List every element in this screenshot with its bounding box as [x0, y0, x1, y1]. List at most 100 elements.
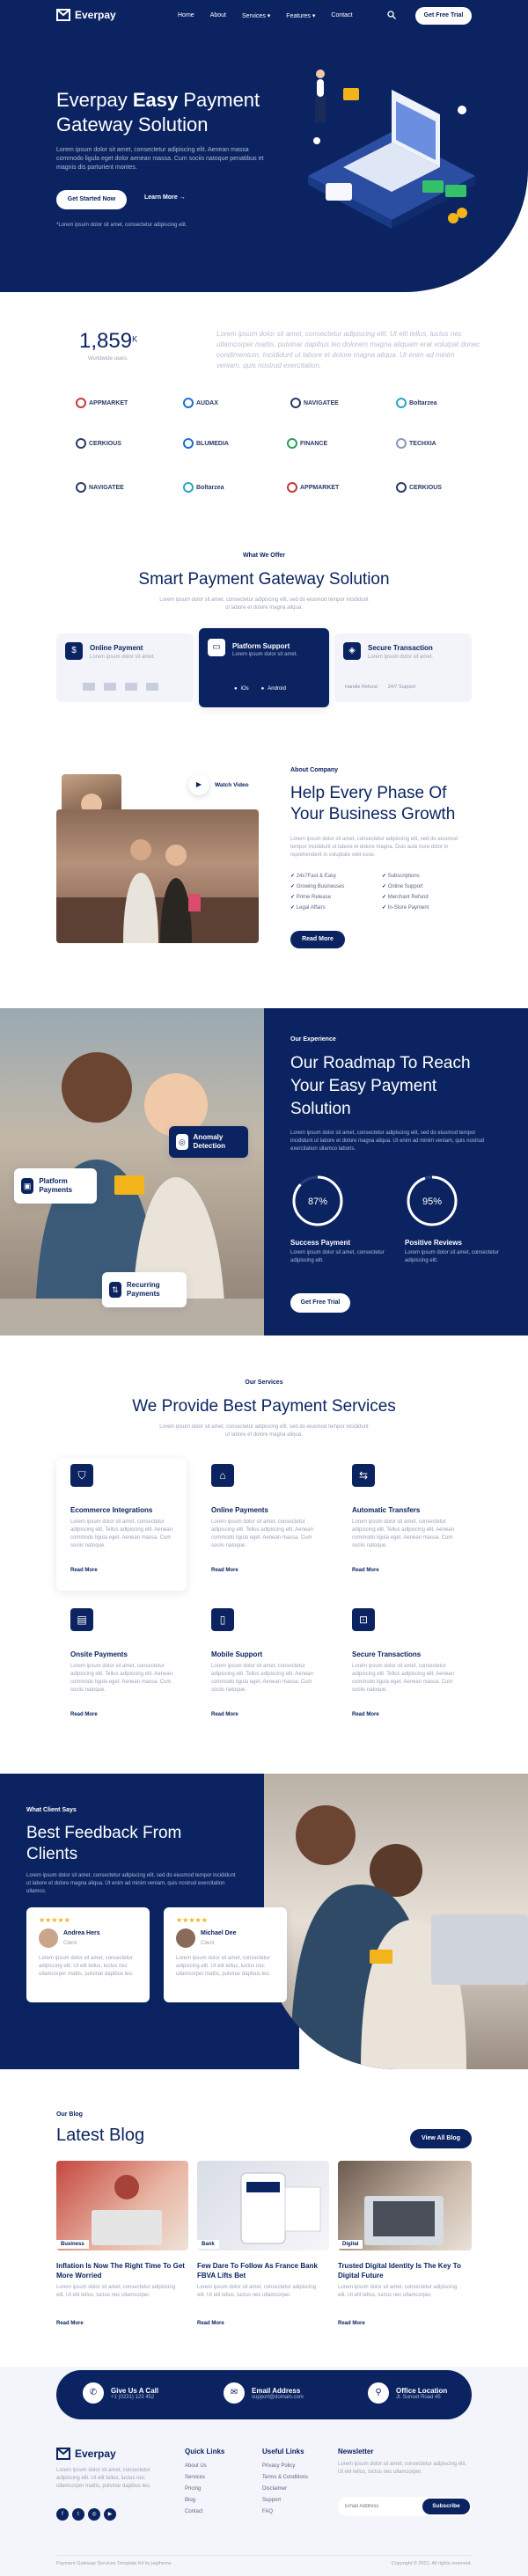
blog-post-title[interactable]: Inflation Is Now The Right Time To Get M… [56, 2261, 188, 2280]
blog-post-text: Lorem ipsum dolor sit amet, consectetur … [338, 2285, 458, 2298]
service-text: Lorem ipsum dolor sit amet, consectetur … [352, 1519, 454, 1548]
blog-image[interactable] [338, 2161, 472, 2250]
offer-card-text: Lorem ipsum dolor sit amet. [90, 655, 156, 660]
blog-read-more-link[interactable]: Read More [56, 2321, 84, 2326]
footer-link[interactable]: Services [185, 2472, 224, 2484]
search-icon[interactable] [387, 11, 396, 19]
nav-about[interactable]: About [210, 12, 226, 19]
twitter-icon[interactable]: t [72, 2508, 84, 2521]
about-eyebrow: About Company [290, 767, 339, 773]
footer-link[interactable]: Contact [185, 2506, 224, 2518]
footer-link[interactable]: FAQ [262, 2506, 308, 2518]
reviewer-role: Client [201, 1941, 215, 1946]
shield-icon: ◈ [343, 642, 361, 660]
offer-card-text: Lorem ipsum dolor sit amet. [368, 655, 434, 660]
contact-call[interactable]: ✆ Give Us A Call +1 (0231) 123 452 [83, 2382, 158, 2404]
review-stars: ★★★★★ [39, 1916, 70, 1924]
subscribe-button[interactable]: Subscribe [422, 2499, 470, 2514]
footer-brand[interactable]: Everpay [56, 2448, 116, 2460]
logo-text: Boltarzea [196, 484, 224, 491]
footer-col-title: Quick Links [185, 2448, 225, 2455]
logo-text: Boltarzea [409, 399, 437, 406]
footer-link[interactable]: About Us [185, 2461, 224, 2472]
footer-link[interactable]: Disclaimer [262, 2484, 308, 2495]
couple-laptop-image [290, 1805, 528, 2069]
service-read-more-link[interactable]: Read More [352, 1712, 379, 1717]
logo-text: CERKIOUS [89, 440, 121, 447]
newsletter-email-input[interactable] [345, 2504, 415, 2509]
logo-navigatee: NAVIGATEE [290, 398, 339, 408]
contact-email[interactable]: ✉ Email Address support@domain.com [224, 2382, 304, 2404]
hero-section: Everpay Home About Services ▾ Features ▾… [0, 0, 528, 292]
nav-features[interactable]: Features ▾ [286, 12, 315, 19]
youtube-icon[interactable]: ▶ [104, 2508, 116, 2521]
feature-item: Prime Release [290, 892, 344, 903]
footer-link[interactable]: Terms & Conditions [262, 2472, 308, 2484]
logo-text: APPMARKET [300, 484, 340, 491]
get-started-button[interactable]: Get Started Now [56, 190, 127, 209]
learn-more-link[interactable]: Learn More → [144, 194, 186, 201]
footer-link[interactable]: Blog [185, 2495, 224, 2506]
blog-read-more-link[interactable]: Read More [197, 2321, 224, 2326]
recurring-icon: ⇅ [109, 1282, 121, 1298]
hero-title-bold: Easy [132, 89, 179, 111]
logo-navigatee-2: NAVIGATEE [76, 482, 124, 493]
blog-image[interactable] [56, 2161, 188, 2250]
logo-text: NAVIGATEE [89, 484, 124, 491]
contact-value: +1 (0231) 123 452 [111, 2394, 155, 2400]
contact-location[interactable]: ⚲ Office Location Jl. Sunset Road 45 [368, 2382, 447, 2404]
nav-features-label: Features [286, 13, 311, 19]
blog-tag: Digital [338, 2240, 363, 2249]
tag-platform-payments: ▣ Platform Payments [14, 1168, 97, 1204]
service-title: Automatic Transfers [352, 1506, 421, 1514]
service-title: Online Payments [211, 1506, 268, 1514]
newsletter-form: Subscribe [338, 2497, 472, 2516]
offer-card-secure-transaction[interactable]: ◈ Secure Transaction Lorem ipsum dolor s… [334, 633, 472, 702]
blog-post-title[interactable]: Few Dare To Follow As France Bank FBVA L… [197, 2261, 329, 2280]
service-read-more-link[interactable]: Read More [352, 1568, 379, 1573]
logo-mark-icon [396, 398, 407, 408]
blog-read-more-link[interactable]: Read More [338, 2321, 365, 2326]
experience-free-trial-button[interactable]: Get Free Trial [290, 1293, 350, 1313]
visa-card-icon [83, 683, 95, 691]
logo-text: CERKIOUS [409, 484, 442, 491]
reviews-gauge-value: 95% [422, 1197, 442, 1207]
footer-link[interactable]: Privacy Policy [262, 2461, 308, 2472]
nav-free-trial-button[interactable]: Get Free Trial [415, 7, 472, 25]
about-read-more-button[interactable]: Read More [290, 931, 345, 948]
success-label: Success Payment [290, 1239, 351, 1247]
apple-icon: ● [234, 686, 238, 692]
brand-logo[interactable]: Everpay [56, 9, 116, 21]
footer-link[interactable]: Pricing [185, 2484, 224, 2495]
blog-post-title[interactable]: Trusted Digital Identity Is The Key To D… [338, 2261, 470, 2280]
tag-label: Anomaly Detection [193, 1133, 225, 1150]
view-all-blog-button[interactable]: View All Blog [410, 2129, 472, 2148]
facebook-icon[interactable]: f [56, 2508, 69, 2521]
feature-item: Online Support [382, 882, 429, 892]
blog-image[interactable] [197, 2161, 329, 2250]
offer-card-online-payment[interactable]: $ Online Payment Lorem ipsum dolor sit a… [56, 633, 194, 702]
nav-services[interactable]: Services ▾ [242, 12, 270, 19]
nav-home[interactable]: Home [178, 12, 194, 19]
bank-card-icon [125, 683, 137, 691]
instagram-icon[interactable]: ◎ [88, 2508, 100, 2521]
arrow-right-icon: → [179, 194, 186, 201]
reviewer-name: Michael Dee [201, 1930, 237, 1936]
services-title: We Provide Best Payment Services [132, 1397, 396, 1416]
nav-contact[interactable]: Contact [331, 12, 352, 19]
logo-cerkious-2: CERKIOUS [396, 482, 442, 493]
services-eyebrow: Our Services [245, 1379, 283, 1386]
service-read-more-link[interactable]: Read More [211, 1712, 238, 1717]
logo-techxia: TECHXIA [396, 438, 436, 449]
everpay-logo-icon [56, 2448, 70, 2460]
offer-card-platform-support[interactable]: ▭ Platform Support Lorem ipsum dolor sit… [199, 628, 329, 707]
service-read-more-link[interactable]: Read More [70, 1568, 98, 1573]
footer-link[interactable]: Support [262, 2495, 308, 2506]
service-read-more-link[interactable]: Read More [70, 1712, 98, 1717]
watch-video-button[interactable]: ▶ Watch Video [188, 774, 249, 795]
service-read-more-link[interactable]: Read More [211, 1568, 238, 1573]
footer-col-title: Newsletter [338, 2448, 374, 2455]
logo-mark-icon [76, 398, 86, 408]
footer-newsletter: Newsletter Lorem ipsum dolor sit amet, c… [338, 2448, 472, 2477]
logo-text: BLUMEDIA [196, 440, 229, 447]
